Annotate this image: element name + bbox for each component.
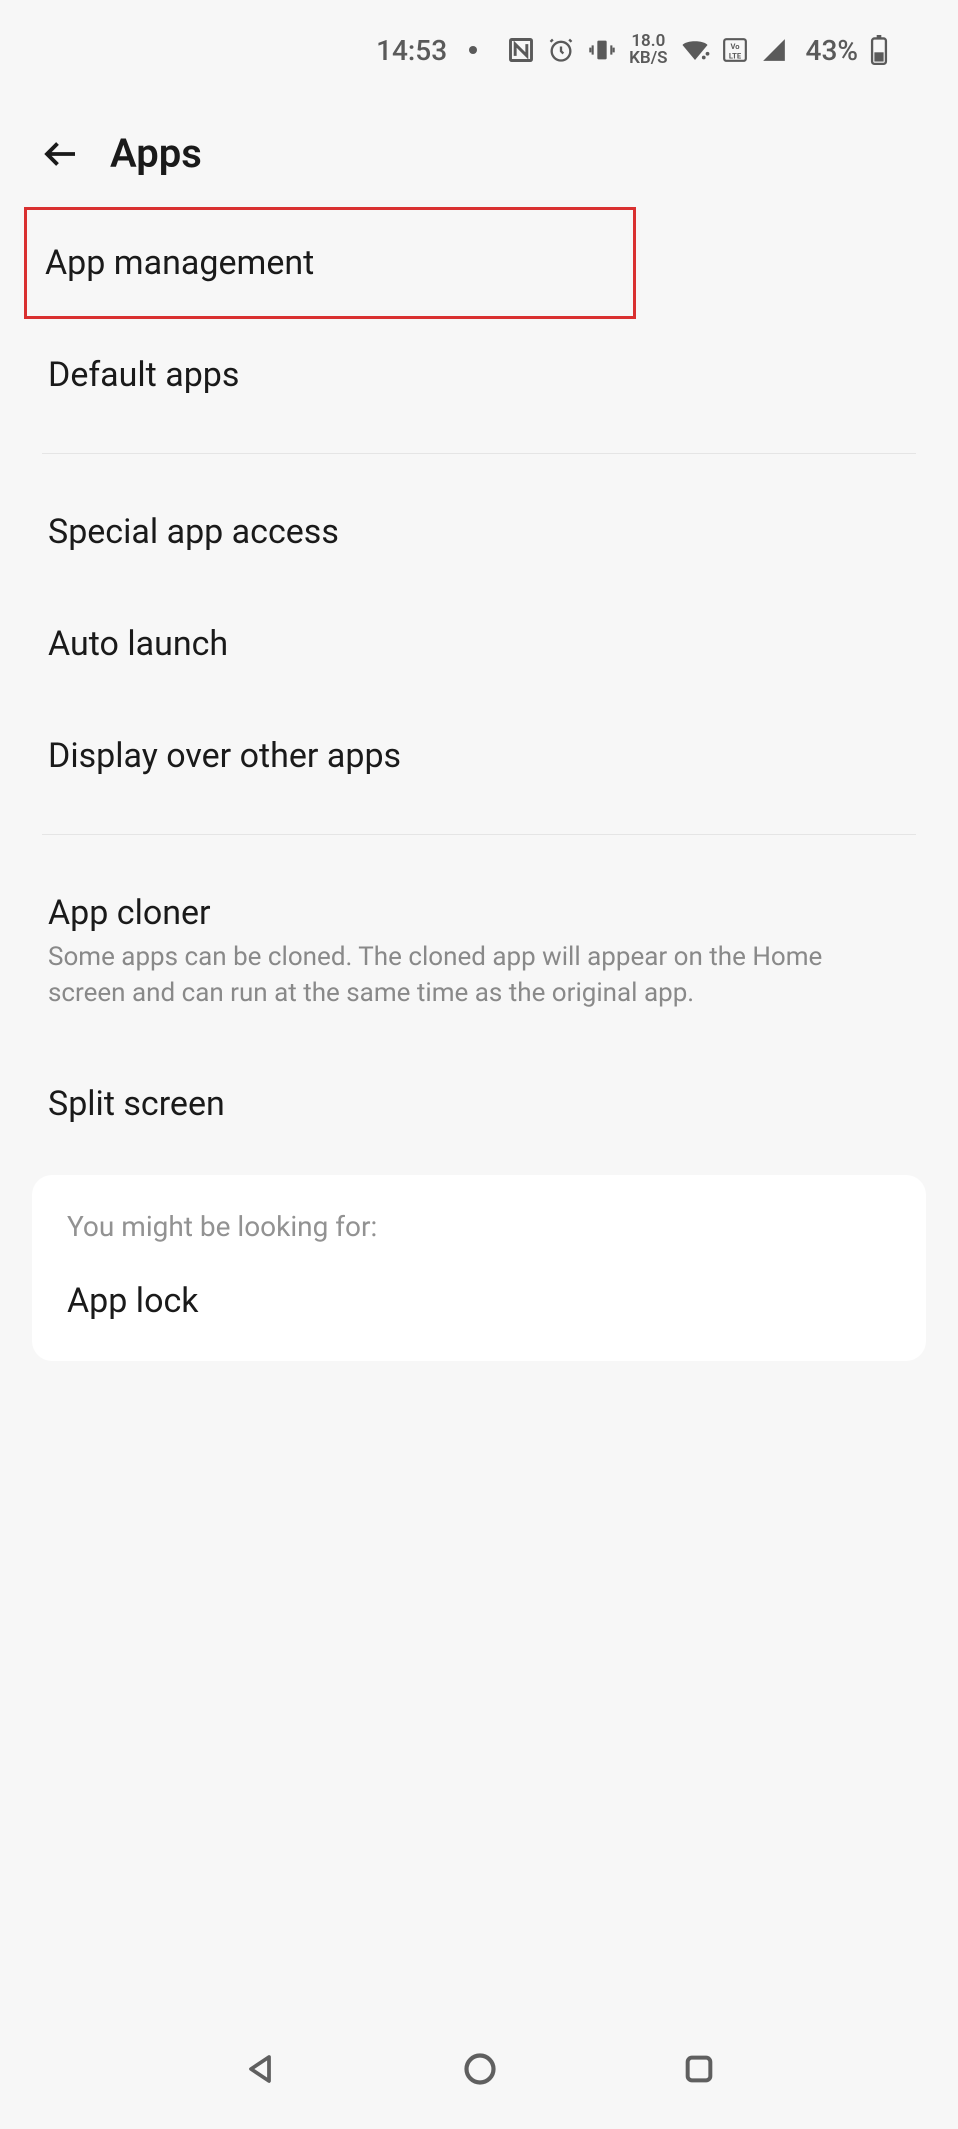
battery-icon bbox=[870, 35, 888, 65]
alarm-icon bbox=[547, 36, 575, 64]
battery-percent: 43% bbox=[806, 34, 858, 67]
nav-back-button[interactable] bbox=[242, 2051, 278, 2087]
menu-auto-launch[interactable]: Auto launch bbox=[42, 588, 916, 700]
status-time: 14:53 bbox=[376, 34, 447, 67]
nfc-icon bbox=[507, 36, 535, 64]
wifi-icon bbox=[680, 37, 710, 63]
status-bar: 14:53 18.0 KB/S bbox=[30, 0, 928, 90]
menu-label: Display over other apps bbox=[48, 736, 401, 776]
divider bbox=[42, 453, 916, 454]
page-title: Apps bbox=[110, 130, 202, 177]
page-header: Apps bbox=[30, 90, 928, 207]
nav-home-button[interactable] bbox=[462, 2051, 498, 2087]
svg-text:Vo: Vo bbox=[730, 42, 740, 51]
menu-app-cloner[interactable]: App cloner Some apps can be cloned. The … bbox=[42, 857, 916, 1048]
menu-split-screen[interactable]: Split screen bbox=[42, 1048, 916, 1160]
data-speed: 18.0 KB/S bbox=[629, 33, 667, 67]
suggestion-label: You might be looking for: bbox=[67, 1210, 891, 1243]
menu-label: App management bbox=[45, 243, 314, 283]
menu-label: Split screen bbox=[48, 1084, 225, 1124]
signal-icon bbox=[760, 37, 788, 63]
menu-label: Special app access bbox=[48, 512, 339, 552]
suggestion-app-lock[interactable]: App lock bbox=[67, 1281, 891, 1321]
menu-label: Default apps bbox=[48, 355, 239, 395]
nav-recents-button[interactable] bbox=[682, 2052, 716, 2086]
suggestion-card: You might be looking for: App lock bbox=[32, 1175, 926, 1361]
menu-label: Auto launch bbox=[48, 624, 228, 664]
status-dot-icon bbox=[469, 46, 477, 54]
divider bbox=[42, 834, 916, 835]
vibrate-icon bbox=[587, 36, 617, 64]
suggestion-item-label: App lock bbox=[67, 1281, 198, 1321]
svg-text:LTE: LTE bbox=[728, 52, 741, 61]
menu-app-management[interactable]: App management bbox=[24, 207, 636, 319]
menu-label: App cloner bbox=[48, 893, 211, 933]
menu-display-over-other-apps[interactable]: Display over other apps bbox=[42, 700, 916, 812]
back-arrow-icon[interactable] bbox=[40, 133, 82, 175]
volte-icon: Vo LTE bbox=[722, 37, 748, 63]
navigation-bar bbox=[0, 2009, 958, 2129]
menu-default-apps[interactable]: Default apps bbox=[42, 319, 916, 431]
menu-special-app-access[interactable]: Special app access bbox=[42, 476, 916, 588]
menu-subtitle: Some apps can be cloned. The cloned app … bbox=[48, 939, 910, 1012]
